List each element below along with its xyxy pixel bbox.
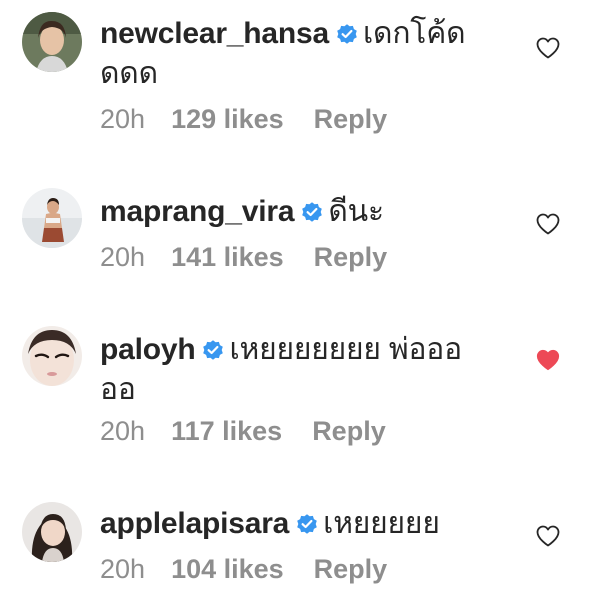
username-link[interactable]: maprang_vira: [100, 195, 295, 228]
verified-badge-icon: [300, 200, 324, 224]
comment-meta: 20h 141 likes Reply: [100, 242, 387, 273]
comment-meta: 20h 104 likes Reply: [100, 554, 387, 585]
timestamp: 20h: [100, 416, 146, 446]
comment-text: newclear_hansa เดกโค้ด ดดด: [100, 14, 500, 94]
comment-item: newclear_hansa เดกโค้ด ดดด 20h 129 likes Re…: [0, 0, 600, 150]
likes-count[interactable]: 129 likes: [171, 104, 284, 134]
reply-button[interactable]: Reply: [314, 242, 388, 272]
comment-body: เหยยยยย: [323, 507, 440, 540]
verified-badge-icon: [295, 512, 319, 536]
username-link[interactable]: applelapisara: [100, 507, 289, 540]
comment-meta: 20h 117 likes Reply: [100, 416, 386, 447]
comment-body: ดีนะ: [328, 195, 384, 228]
comment-item: paloyh เหยยยยยยย พ่อออ ออ 20h 117 likes Rep…: [0, 310, 600, 490]
verified-badge-icon: [335, 22, 359, 46]
reply-button[interactable]: Reply: [314, 104, 388, 134]
comment-item: applelapisara เหยยยยย 20h 104 likes Reply: [0, 490, 600, 596]
comment-text: maprang_vira ดีนะ: [100, 192, 500, 232]
comment-body-continued: ออ: [100, 373, 136, 406]
verified-badge-icon: [201, 338, 225, 362]
comment-body: เหยยยยยยย พ่อออ: [229, 333, 462, 366]
comment-meta: 20h 129 likes Reply: [100, 104, 387, 135]
comment-body: เดกโค้ด: [363, 17, 466, 50]
comment-item: maprang_vira ดีนะ 20h 141 likes Reply: [0, 150, 600, 310]
avatar[interactable]: [22, 188, 82, 248]
likes-count[interactable]: 141 likes: [171, 242, 284, 272]
reply-button[interactable]: Reply: [312, 416, 386, 446]
username-link[interactable]: paloyh: [100, 333, 196, 366]
like-heart-icon[interactable]: [535, 524, 561, 548]
avatar[interactable]: [22, 502, 82, 562]
likes-count[interactable]: 104 likes: [171, 554, 284, 584]
username-link[interactable]: newclear_hansa: [100, 17, 329, 50]
comment-text: applelapisara เหยยยยย: [100, 504, 500, 544]
reply-button[interactable]: Reply: [314, 554, 388, 584]
comment-text: paloyh เหยยยยยยย พ่อออ ออ: [100, 330, 500, 410]
like-heart-icon[interactable]: [535, 212, 561, 236]
timestamp: 20h: [100, 242, 146, 272]
timestamp: 20h: [100, 104, 146, 134]
avatar[interactable]: [22, 12, 82, 72]
likes-count[interactable]: 117 likes: [171, 416, 282, 446]
like-heart-icon[interactable]: [535, 36, 561, 60]
timestamp: 20h: [100, 554, 146, 584]
avatar[interactable]: [22, 326, 82, 386]
comment-body-continued: ดดด: [100, 57, 158, 90]
liked-heart-icon[interactable]: [535, 348, 561, 372]
